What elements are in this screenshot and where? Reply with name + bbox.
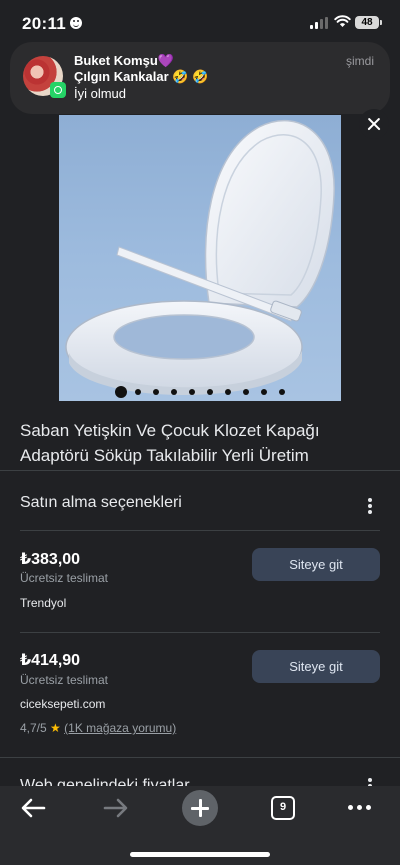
wifi-icon	[334, 15, 351, 27]
purchase-options-heading: Satın alma seçenekleri	[20, 494, 182, 511]
more-icon[interactable]	[348, 805, 372, 811]
carousel-dot[interactable]	[225, 389, 231, 395]
notification-time: şimdi	[345, 54, 374, 68]
forward-arrow-icon[interactable]	[103, 798, 129, 818]
carousel-dot[interactable]	[207, 389, 213, 395]
carousel-dot[interactable]	[135, 389, 141, 395]
store-rating: 4,7/5 ★ (1K mağaza yorumu)	[20, 721, 176, 735]
status-bar: 20:11 48	[0, 0, 400, 44]
carousel-dot[interactable]	[261, 389, 267, 395]
signal-icon	[310, 17, 328, 29]
whatsapp-notification[interactable]: Buket Komşu💜 Çılgın Kankalar 🤣 🤣 İyi olm…	[10, 42, 390, 114]
notification-group: Çılgın Kankalar 🤣 🤣	[74, 69, 209, 84]
star-icon: ★	[50, 721, 61, 735]
offer-price: ₺414,90	[20, 652, 81, 669]
divider	[20, 632, 380, 633]
whatsapp-icon	[50, 82, 66, 98]
product-title: Saban Yetişkin Ve Çocuk Klozet Kapağı Ad…	[20, 421, 320, 465]
offer-seller: ciceksepeti.com	[20, 697, 106, 711]
carousel-dot[interactable]	[115, 386, 127, 398]
back-arrow-icon[interactable]	[20, 798, 46, 818]
offer-shipping: Ücretsiz teslimat	[20, 571, 109, 585]
clock: 20:11	[22, 14, 67, 33]
rating-value: 4,7/5	[20, 721, 47, 735]
notification-sender: Buket Komşu💜	[74, 53, 174, 68]
carousel-dot[interactable]	[189, 389, 195, 395]
carousel-dot[interactable]	[243, 389, 249, 395]
more-vert-icon[interactable]	[368, 778, 372, 786]
product-image[interactable]	[59, 115, 341, 401]
store-reviews-link[interactable]: (1K mağaza yorumu)	[64, 721, 176, 735]
close-icon[interactable]	[359, 109, 389, 139]
divider	[20, 530, 380, 531]
tab-switcher-icon[interactable]: 9	[271, 796, 295, 820]
smiley-icon	[70, 17, 82, 29]
more-vert-icon[interactable]	[368, 498, 372, 514]
battery-icon: 48	[355, 16, 382, 29]
notification-message: İyi olmud	[74, 86, 127, 101]
visit-site-button[interactable]: Siteye git	[252, 650, 380, 683]
offer-price: ₺383,00	[20, 551, 81, 568]
home-indicator[interactable]	[130, 852, 270, 857]
visit-site-button[interactable]: Siteye git	[252, 548, 380, 581]
divider	[0, 757, 400, 758]
offer-shipping: Ücretsiz teslimat	[20, 673, 109, 687]
divider	[0, 470, 400, 471]
carousel-dot[interactable]	[171, 389, 177, 395]
carousel-dot[interactable]	[153, 389, 159, 395]
offer-seller: Trendyol	[20, 596, 67, 610]
toilet-seat-illustration	[65, 119, 335, 395]
new-tab-plus-icon[interactable]	[182, 790, 218, 826]
carousel-dot[interactable]	[279, 389, 285, 395]
